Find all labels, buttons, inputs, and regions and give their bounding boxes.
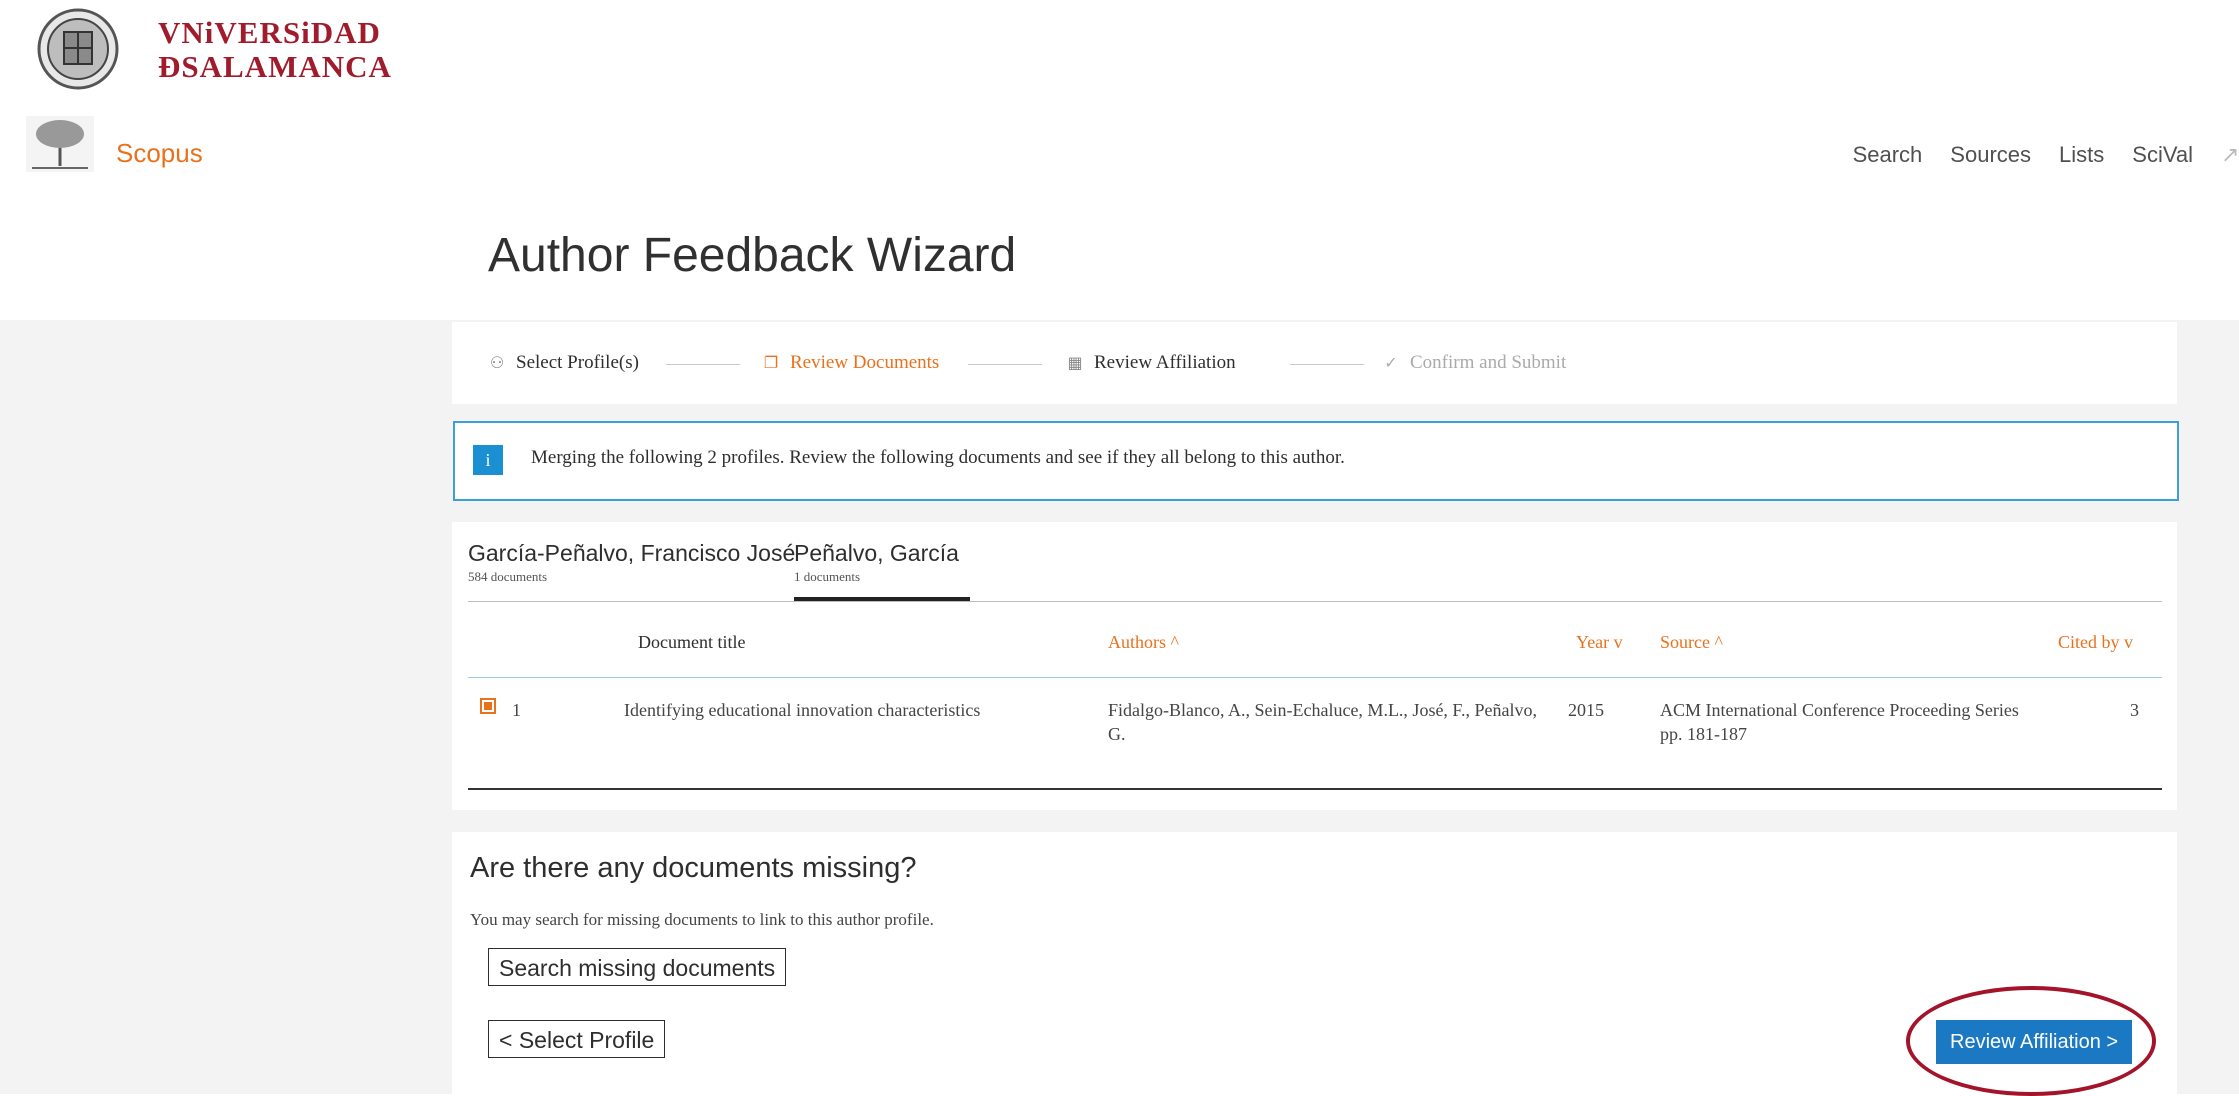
table-bottom-border <box>468 788 2162 790</box>
highlight-circle <box>1906 986 2156 1096</box>
step-label: Confirm and Submit <box>1410 352 1567 373</box>
document-title-link[interactable]: Identifying educational innovation chara… <box>624 698 980 722</box>
university-name-line2: ÐSALAMANCA <box>158 49 392 84</box>
step-label: Review Documents <box>790 352 940 373</box>
column-authors[interactable]: Authors ^ <box>1108 632 1179 653</box>
source-pages: pp. 181-187 <box>1660 724 1747 744</box>
document-icon: ❐ <box>763 355 779 372</box>
wizard-steps: ⚇ Select Profile(s) ❐ Review Documents ▦… <box>452 322 2177 404</box>
university-name-line1: VNiVERSiDAD <box>158 15 381 50</box>
row-year: 2015 <box>1568 700 1604 720</box>
nav-lists[interactable]: Lists <box>2059 142 2104 168</box>
documents-card: García-Peñalvo, Francisco José 584 docum… <box>452 522 2177 810</box>
step-confirm-submit: ✓ Confirm and Submit <box>1382 352 1566 374</box>
row-authors: Fidalgo-Blanco, A., Sein-Echaluce, M.L.,… <box>1108 700 1537 744</box>
step-review-affiliation[interactable]: ▦ Review Affiliation <box>1066 352 1236 374</box>
university-seal-icon <box>37 8 119 90</box>
step-label: Select Profile(s) <box>516 352 639 373</box>
profile-tab-1[interactable]: García-Peñalvo, Francisco José 584 docum… <box>468 540 795 585</box>
external-link-icon: ↗ <box>2221 142 2239 167</box>
nav-search[interactable]: Search <box>1853 142 1923 168</box>
row-source: ACM International Conference Proceeding … <box>1660 698 2020 746</box>
column-source[interactable]: Source ^ <box>1660 632 1723 653</box>
back-select-profile-button[interactable]: < Select Profile <box>488 1020 666 1058</box>
people-icon: ⚇ <box>489 355 505 372</box>
check-icon: ✓ <box>1384 355 1398 372</box>
row-index: 1 <box>512 700 521 720</box>
row-cited-count: 3 <box>2130 700 2139 720</box>
profile-name: García-Peñalvo, Francisco José <box>468 540 796 566</box>
header-divider <box>468 677 2162 678</box>
building-icon: ▦ <box>1067 355 1083 372</box>
elsevier-tree-icon <box>26 116 94 172</box>
nav-sources[interactable]: Sources <box>1950 142 2031 168</box>
info-text: Merging the following 2 profiles. Review… <box>531 447 1345 468</box>
missing-documents-text: You may search for missing documents to … <box>470 910 934 929</box>
university-name: VNiVERSiDAD ÐSALAMANCA <box>158 16 392 84</box>
nav-scival[interactable]: SciVal <box>2132 142 2193 168</box>
info-icon: i <box>473 445 503 475</box>
tabs-divider <box>468 601 2162 602</box>
profile-name: Peñalvo, García <box>794 540 959 566</box>
row-checkbox[interactable] <box>480 698 496 714</box>
top-navigation: Search Sources Lists SciVal ↗ <box>1853 142 2239 168</box>
source-title: ACM International Conference Proceeding … <box>1660 700 2019 720</box>
profile-doc-count: 584 documents <box>468 569 548 584</box>
step-review-documents: ❐ Review Documents <box>762 352 940 374</box>
column-year[interactable]: Year v <box>1576 632 1623 653</box>
profile-doc-count: 1 documents <box>794 569 861 584</box>
step-select-profiles[interactable]: ⚇ Select Profile(s) <box>488 352 639 374</box>
column-cited-by[interactable]: Cited by v <box>2058 632 2133 653</box>
step-label: Review Affiliation <box>1094 352 1236 373</box>
profile-tab-2[interactable]: Peñalvo, García 1 documents <box>794 540 959 585</box>
info-banner: i Merging the following 2 profiles. Revi… <box>453 421 2179 501</box>
search-missing-documents-button[interactable]: Search missing documents <box>488 948 787 986</box>
column-document-title: Document title <box>638 632 746 652</box>
page-title: Author Feedback Wizard <box>488 229 1017 282</box>
missing-documents-heading: Are there any documents missing? <box>470 852 917 884</box>
scopus-brand[interactable]: Scopus <box>116 138 203 169</box>
